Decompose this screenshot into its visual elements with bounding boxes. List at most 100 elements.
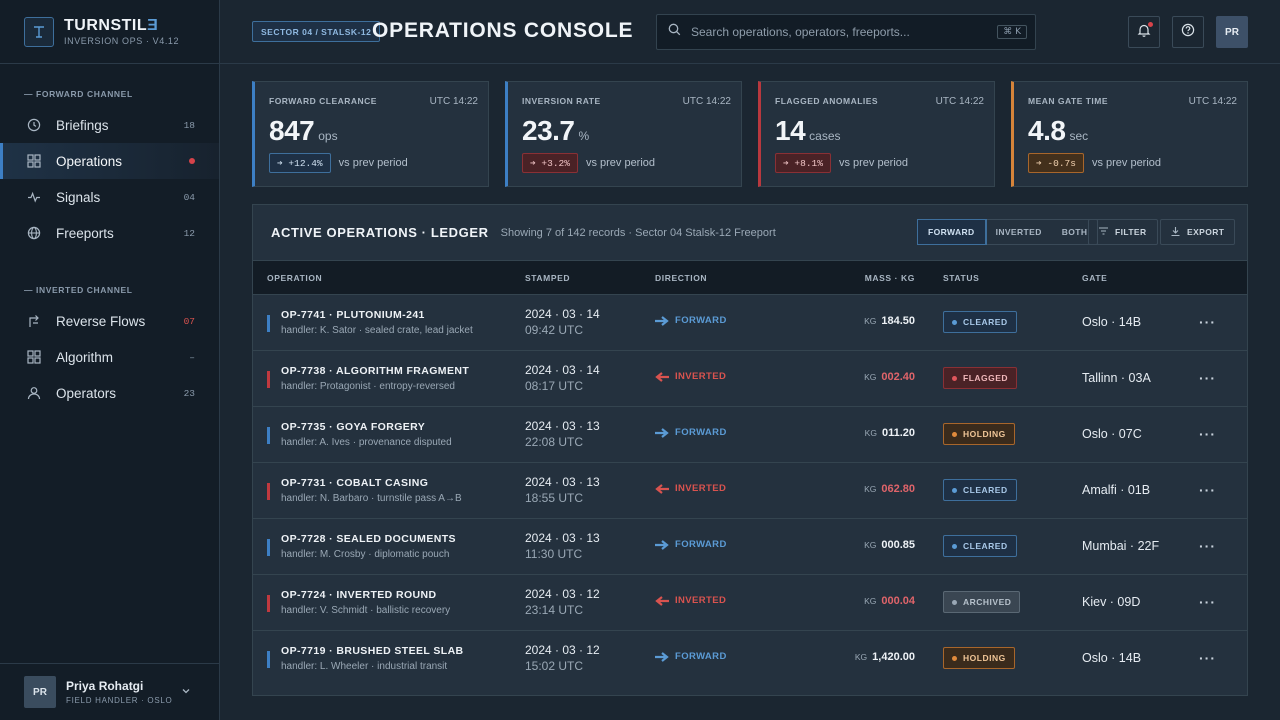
table-row[interactable]: OP-7731 · COBALT CASING handler: N. Barba… — [253, 463, 1247, 519]
table-row[interactable]: OP-7741 · PLUTONIUM-241 handler: K. Sator… — [253, 295, 1247, 351]
kpi-unit: % — [578, 129, 590, 143]
column-header-direction[interactable]: DIRECTION — [655, 273, 707, 283]
column-header-stamped[interactable]: STAMPED — [525, 273, 570, 283]
gate: Oslo · 14B — [1082, 315, 1142, 329]
mass: KG 184.50 — [864, 315, 915, 327]
help-button[interactable] — [1172, 16, 1204, 48]
export-button[interactable]: EXPORT — [1160, 219, 1236, 245]
direction: INVERTED — [655, 371, 726, 382]
mass-value: 011.20 — [881, 427, 915, 439]
operation-name[interactable]: OP-7741 · PLUTONIUM-241 — [281, 309, 425, 321]
direction-bar — [267, 595, 270, 612]
avatar: PR — [24, 676, 56, 708]
sidebar-item-count: 07 — [183, 315, 195, 327]
column-header-operation[interactable]: OPERATION — [267, 273, 322, 283]
more-actions-icon[interactable]: ··· — [1199, 595, 1216, 609]
mass-value: 1,420.00 — [872, 651, 915, 663]
operation-name[interactable]: OP-7738 · ALGORITHM FRAGMENT — [281, 365, 469, 377]
column-header-gate[interactable]: GATE — [1082, 273, 1107, 283]
turnstile-logo-icon — [24, 16, 54, 47]
operation-handler: handler: M. Crosby · diplomatic pouch — [281, 549, 450, 560]
user-profile[interactable]: PR Priya Rohatgi FIELD HANDLER · OSLO — [0, 663, 219, 720]
operation-name[interactable]: OP-7719 · BRUSHED STEEL SLAB — [281, 645, 464, 657]
stamped-date: 2024 · 03 · 13 — [525, 475, 600, 489]
search-bar[interactable]: ⌘ K — [656, 14, 1036, 50]
filter-button[interactable]: FILTER — [1088, 219, 1158, 245]
gate: Amalfi · 01B — [1082, 483, 1151, 497]
sidebar-item-freeports[interactable]: Freeports 12 — [0, 215, 219, 251]
kpi-value: 23.7 — [522, 115, 575, 146]
arrow-right-icon — [655, 427, 669, 438]
segment-forward[interactable]: FORWARD — [917, 219, 987, 245]
grid-icon — [26, 349, 42, 365]
gate: Kiev · 09D — [1082, 595, 1141, 609]
mass-value: 002.40 — [881, 371, 915, 383]
grid-icon — [26, 153, 42, 169]
kpi-compare: vs prev period — [338, 157, 408, 169]
arrow-left-icon — [655, 595, 669, 606]
column-header-mass[interactable]: MASS · KG — [865, 273, 915, 283]
more-actions-icon[interactable]: ··· — [1199, 651, 1216, 665]
direction: FORWARD — [655, 427, 727, 438]
search-input[interactable] — [691, 25, 998, 39]
sidebar: TURNSTILƎ INVERSION OPS · V4.12 — FORWAR… — [0, 0, 220, 720]
arrow-right-icon — [655, 651, 669, 662]
direction-label: FORWARD — [675, 315, 727, 326]
table-row[interactable]: OP-7728 · SEALED DOCUMENTS handler: M. Cr… — [253, 519, 1247, 575]
table-row[interactable]: OP-7719 · BRUSHED STEEL SLAB handler: L. … — [253, 631, 1247, 687]
sidebar-item-label: Operations — [56, 153, 123, 169]
mass-unit: KG — [864, 428, 877, 438]
notifications-button[interactable] — [1128, 16, 1160, 48]
more-actions-icon[interactable]: ··· — [1199, 539, 1216, 553]
more-actions-icon[interactable]: ··· — [1199, 371, 1216, 385]
breadcrumb[interactable]: SECTOR 04 / STALSK-12 — [252, 21, 381, 42]
table-row[interactable]: OP-7735 · GOYA FORGERY handler: A. Ives ·… — [253, 407, 1247, 463]
table-row[interactable]: OP-7738 · ALGORITHM FRAGMENT handler: Pro… — [253, 351, 1247, 407]
status-badge: HOLDING — [943, 647, 1015, 669]
direction: FORWARD — [655, 315, 727, 326]
kpi-label: FORWARD CLEARANCE — [269, 96, 377, 106]
kpi-label: MEAN GATE TIME — [1028, 96, 1109, 106]
kpi-compare: vs prev period — [838, 157, 909, 169]
stamped-time: 08:17 UTC — [525, 379, 584, 393]
sidebar-item-signals[interactable]: Signals 04 — [0, 179, 219, 215]
direction-label: FORWARD — [675, 539, 727, 550]
status-label: HOLDING — [963, 429, 1006, 439]
ledger-title: ACTIVE OPERATIONS · LEDGER — [271, 225, 489, 240]
table-row[interactable]: OP-7724 · INVERTED ROUND handler: V. Schm… — [253, 575, 1247, 631]
stamped-time: 22:08 UTC — [525, 435, 584, 449]
sidebar-item-operators[interactable]: Operators 23 — [0, 375, 219, 411]
operation-name[interactable]: OP-7731 · COBALT CASING — [281, 477, 428, 489]
kpi-delta: ➔ +12.4% — [269, 153, 331, 173]
more-actions-icon[interactable]: ··· — [1199, 483, 1216, 497]
sidebar-item-algorithm[interactable]: Algorithm – — [0, 339, 219, 375]
mass-value: 000.85 — [881, 539, 915, 551]
sidebar-item-operations[interactable]: Operations — [0, 143, 219, 179]
kpi-card-mean-gate-time: MEAN GATE TIME UTC 14:22 4.8 sec ➔ -0.7s vs… — [1011, 81, 1248, 187]
chevron-down-icon[interactable] — [181, 683, 191, 701]
status-dot-icon — [952, 431, 957, 437]
segment-inverted[interactable]: INVERTED — [986, 220, 1052, 244]
column-header-status[interactable]: STATUS — [943, 273, 979, 283]
direction: INVERTED — [655, 483, 726, 494]
operation-name[interactable]: OP-7724 · INVERTED ROUND — [281, 589, 436, 601]
mass: KG 062.80 — [864, 483, 915, 495]
export-label: EXPORT — [1187, 227, 1225, 237]
status-label: FLAGGED — [963, 373, 1009, 383]
sidebar-item-reverse-flows[interactable]: Reverse Flows 07 — [0, 303, 219, 339]
stamped-date: 2024 · 03 · 13 — [525, 419, 600, 433]
sidebar-item-briefings[interactable]: Briefings 18 — [0, 107, 219, 143]
header-avatar[interactable]: PR — [1216, 16, 1248, 48]
status-badge: CLEARED — [943, 479, 1017, 501]
operation-name[interactable]: OP-7728 · SEALED DOCUMENTS — [281, 533, 456, 545]
arrow-left-icon — [655, 371, 669, 382]
status-dot-icon — [952, 487, 957, 493]
stamped-date: 2024 · 03 · 12 — [525, 587, 600, 601]
more-actions-icon[interactable]: ··· — [1199, 315, 1216, 329]
kpi-label: FLAGGED ANOMALIES — [775, 96, 879, 106]
more-actions-icon[interactable]: ··· — [1199, 427, 1216, 441]
kpi-time: UTC 14:22 — [1188, 96, 1237, 107]
stamped-time: 23:14 UTC — [525, 603, 584, 617]
operation-handler: handler: K. Sator · sealed crate, lead j… — [281, 325, 473, 336]
operation-name[interactable]: OP-7735 · GOYA FORGERY — [281, 421, 425, 433]
